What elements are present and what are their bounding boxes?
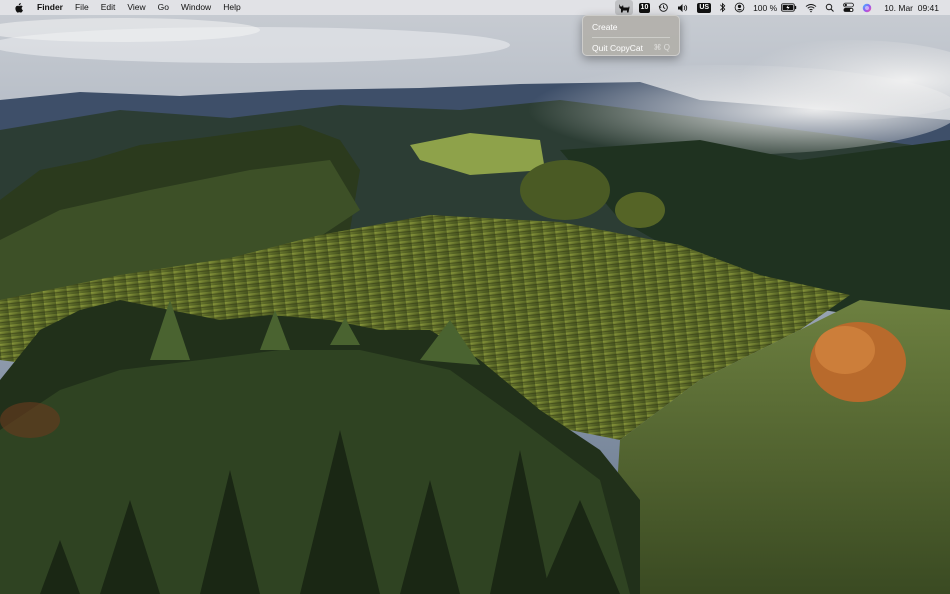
cat-icon <box>618 3 630 12</box>
menu-item-create[interactable]: Create <box>587 19 675 34</box>
quit-shortcut-label: ⌘ Q <box>653 43 670 52</box>
calendar-status-item[interactable]: 10 <box>638 0 651 15</box>
menu-edit[interactable]: Edit <box>95 0 122 15</box>
menu-item-create-label: Create <box>592 21 618 32</box>
battery-percent: 100 % <box>753 2 778 13</box>
menu-item-quit-label: Quit CopyCat <box>592 42 644 53</box>
menu-finder[interactable]: Finder <box>33 0 69 15</box>
menu-help[interactable]: Help <box>217 0 246 15</box>
calendar-badge: 10 <box>638 2 651 13</box>
battery-icon[interactable] <box>781 0 797 15</box>
menu-item-quit-copycat[interactable]: Quit CopyCat ⌘ Q <box>587 40 675 55</box>
menu-separator <box>592 37 670 38</box>
menu-go[interactable]: Go <box>152 0 175 15</box>
menubar-clock[interactable]: 10. Mar 09:41 <box>884 0 939 15</box>
siri-icon[interactable] <box>862 0 872 15</box>
control-center-icon[interactable] <box>843 0 855 15</box>
menu-window[interactable]: Window <box>175 0 217 15</box>
desktop-wallpaper <box>0 0 950 594</box>
copycat-status-item[interactable] <box>614 0 633 15</box>
menu-file[interactable]: File <box>69 0 95 15</box>
user-account-icon[interactable] <box>734 0 745 15</box>
bluetooth-icon[interactable] <box>719 0 726 15</box>
input-source-status-item[interactable]: US <box>697 0 712 15</box>
wifi-icon[interactable] <box>805 0 817 15</box>
menu-view[interactable]: View <box>121 0 151 15</box>
menu-bar: Finder File Edit View Go Window Help 10 … <box>0 0 950 15</box>
volume-icon[interactable] <box>677 0 689 15</box>
copycat-dropdown-menu: Create Quit CopyCat ⌘ Q <box>582 15 680 56</box>
spotlight-search-icon[interactable] <box>825 0 835 15</box>
apple-menu-icon[interactable] <box>11 0 25 15</box>
time-machine-icon[interactable] <box>658 0 669 15</box>
input-source-badge: US <box>697 2 712 13</box>
